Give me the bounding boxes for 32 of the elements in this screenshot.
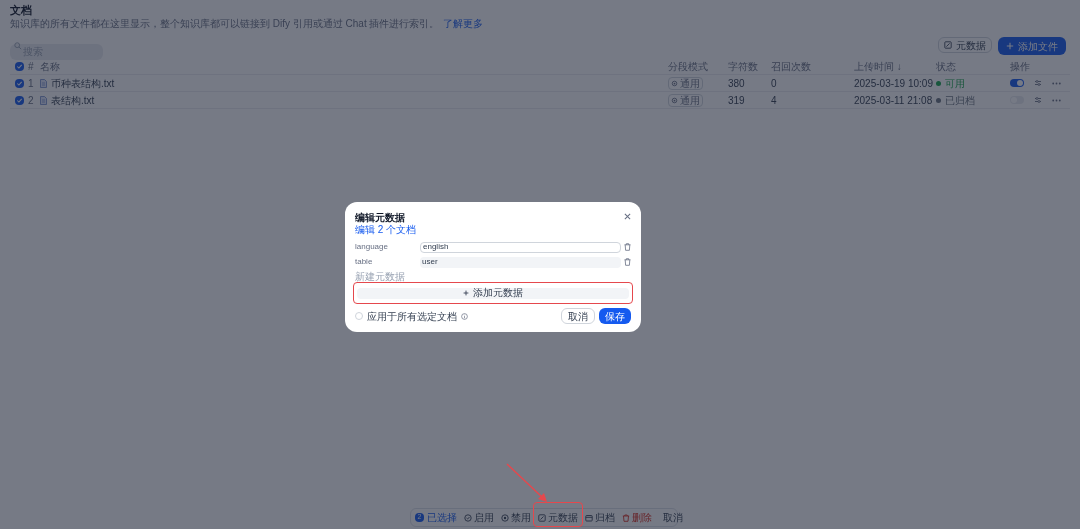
- dialog-title: 编辑元数据: [355, 211, 406, 224]
- archive-button[interactable]: 归档: [585, 510, 615, 525]
- status-text: 可用: [945, 76, 965, 91]
- metadata-button[interactable]: 元数据: [938, 37, 992, 53]
- cancel-button[interactable]: 取消: [663, 510, 683, 525]
- table-cell-text: 2025-03-19 10:09: [854, 76, 934, 91]
- page-title: 文档: [10, 3, 33, 17]
- metadata-value-field[interactable]: user: [420, 256, 621, 268]
- table-cell-text: 0: [771, 76, 778, 91]
- delete-button[interactable]: 删除: [622, 510, 652, 525]
- selected-label: 已选择: [427, 511, 457, 525]
- metadata-value-field[interactable]: english: [420, 241, 621, 253]
- metadata-button[interactable]: 元数据: [538, 510, 578, 525]
- table-cell-text: 4: [771, 93, 778, 108]
- enable-button[interactable]: 启用: [464, 510, 494, 525]
- metadata-key: language: [355, 241, 420, 253]
- metadata-key: table: [355, 256, 420, 268]
- apply-all-label: 应用于所有选定文档: [367, 309, 457, 324]
- table-cell-text: 319: [728, 93, 746, 108]
- dialog-subtitle: 编辑 2 个文档: [355, 224, 417, 236]
- cancel-button[interactable]: 取消: [561, 308, 595, 324]
- column-header: #: [28, 59, 35, 74]
- file-name[interactable]: 币种表结构.txt: [51, 75, 115, 91]
- add-metadata-button[interactable]: 添加元数据: [357, 287, 629, 299]
- file-name[interactable]: 表结构.txt: [51, 92, 95, 108]
- save-button[interactable]: 保存: [599, 308, 631, 324]
- learn-more-link[interactable]: 了解更多: [443, 17, 484, 31]
- table-cell-text: 2025-03-11 21:08: [854, 93, 934, 108]
- new-metadata-label: 新建元数据: [355, 271, 406, 282]
- table-cell-text: 380: [728, 76, 746, 91]
- disable-button[interactable]: 禁用: [501, 510, 531, 525]
- add-file-button[interactable]: 添加文件: [998, 37, 1066, 55]
